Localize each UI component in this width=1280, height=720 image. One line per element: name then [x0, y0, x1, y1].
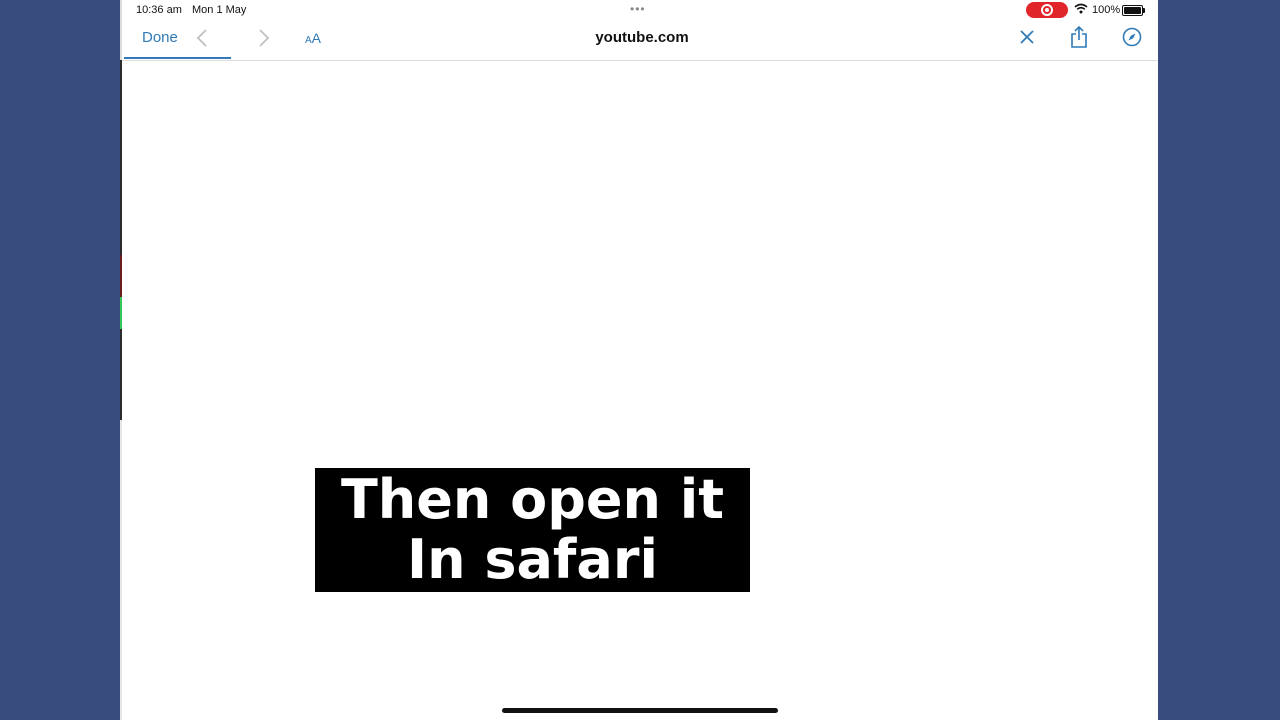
status-time: 10:36 am: [136, 4, 182, 16]
chevron-left-icon[interactable]: [196, 28, 208, 53]
chevron-right-icon[interactable]: [258, 28, 270, 53]
web-content-area: Then open it In safari: [122, 61, 1158, 720]
compass-icon[interactable]: [1122, 27, 1142, 52]
close-icon[interactable]: [1020, 30, 1034, 49]
video-caption: Then open it In safari: [315, 468, 750, 592]
text-size-small-label: A: [305, 35, 312, 46]
page-load-progress: [124, 57, 231, 59]
wifi-icon: [1074, 3, 1088, 17]
multitasking-dots[interactable]: •••: [630, 2, 646, 16]
record-icon: [1041, 4, 1053, 16]
caption-line-1: Then open it: [340, 468, 725, 531]
share-icon[interactable]: [1070, 25, 1088, 53]
battery-percentage: 100%: [1092, 4, 1121, 16]
done-button[interactable]: Done: [142, 29, 178, 46]
ipad-screen: 10:36 am Mon 1 May ••• 100% Done AA yout…: [122, 0, 1158, 720]
status-bar: 10:36 am Mon 1 May ••• 100%: [122, 0, 1158, 20]
battery-icon: [1122, 5, 1145, 16]
url-label[interactable]: youtube.com: [590, 29, 694, 46]
screen-recording-indicator[interactable]: [1026, 2, 1068, 18]
status-date: Mon 1 May: [192, 4, 247, 16]
text-size-button[interactable]: AA: [305, 30, 321, 48]
caption-line-2: In safari: [407, 528, 658, 591]
safari-view-toolbar: Done AA youtube.com: [122, 20, 1158, 61]
text-size-big-label: A: [311, 30, 322, 46]
home-indicator[interactable]: [502, 708, 778, 713]
